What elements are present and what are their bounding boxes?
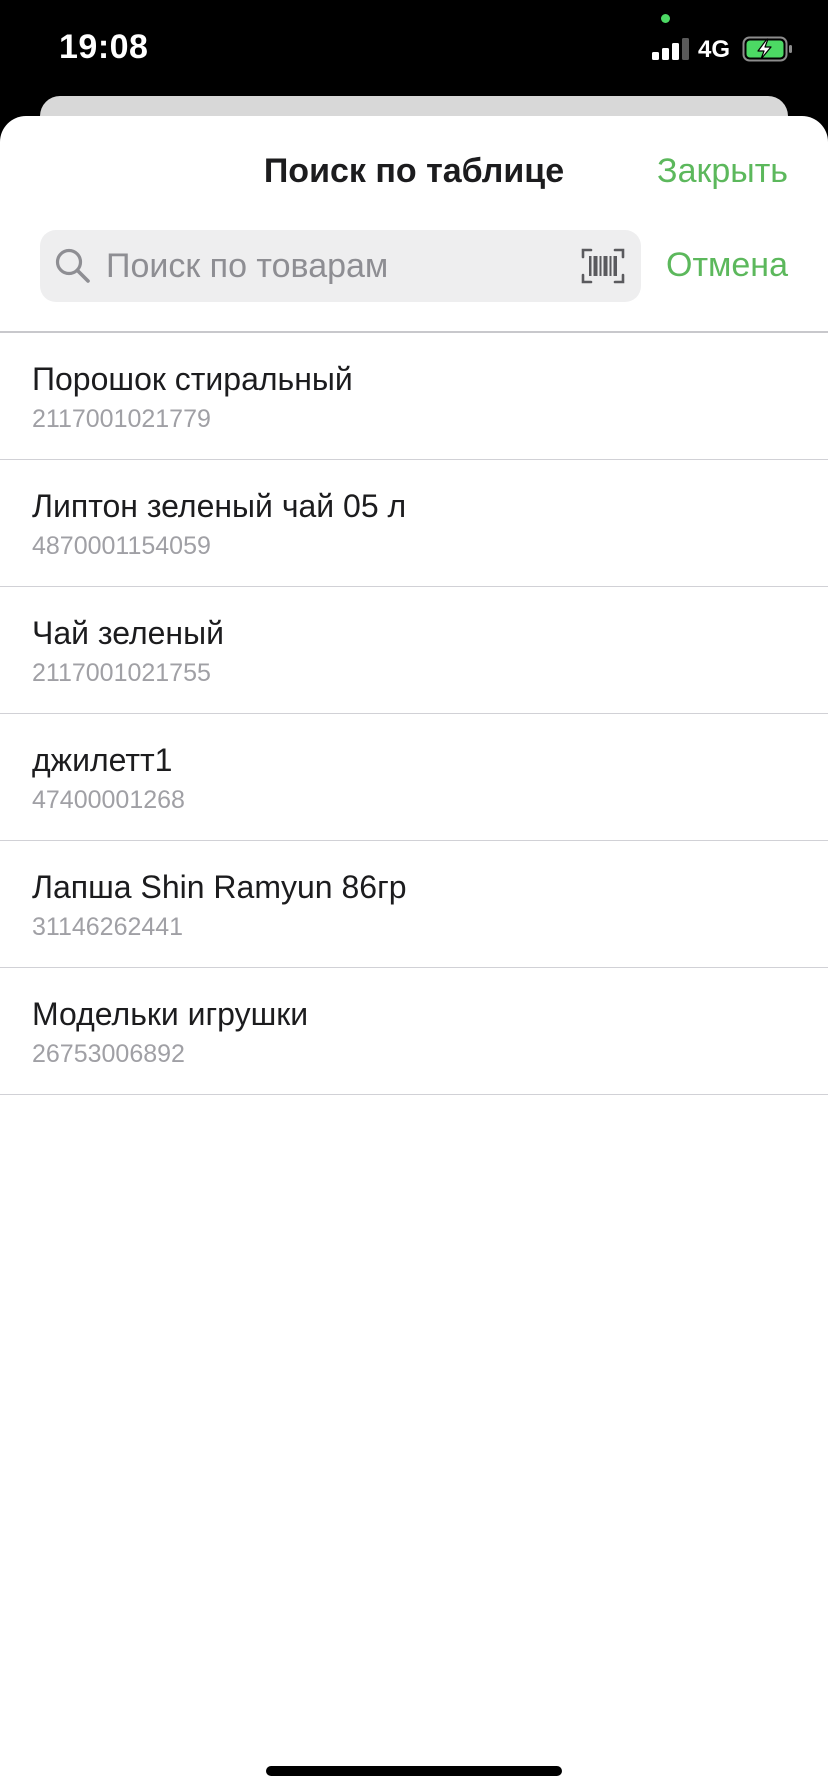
battery-charging-icon	[742, 36, 792, 62]
item-name: Модельки игрушки	[32, 996, 309, 1032]
app-screen: 19:08 4G Поиск по таблице Закрыть Поиск …	[0, 0, 828, 1792]
item-name: Порошок стиральный	[32, 361, 353, 397]
network-type-label: 4G	[698, 36, 731, 63]
cellular-signal-icon	[652, 38, 690, 60]
search-row: Отмена	[0, 230, 828, 304]
item-barcode: 2117001021755	[32, 659, 211, 687]
results-list: Порошок стиральный 2117001021779 Липтон …	[0, 333, 828, 1095]
item-barcode: 2117001021779	[32, 405, 211, 433]
search-box[interactable]	[40, 230, 641, 302]
item-barcode: 31146262441	[32, 913, 184, 941]
list-item[interactable]: Липтон зеленый чай 05 л 4870001154059	[0, 460, 828, 587]
home-indicator[interactable]	[266, 1766, 562, 1776]
barcode-scanner-icon[interactable]	[581, 247, 625, 285]
list-item[interactable]: Порошок стиральный 2117001021779	[0, 333, 828, 460]
status-time: 19:08	[59, 28, 149, 66]
list-item[interactable]: Лапша Shin Ramyun 86гр 31146262441	[0, 841, 828, 968]
search-sheet: Поиск по таблице Закрыть Поиск по товара…	[0, 116, 828, 1792]
item-name: Чай зеленый	[32, 615, 224, 651]
item-name: джилетт1	[32, 742, 173, 778]
list-item[interactable]: джилетт1 47400001268	[0, 714, 828, 841]
item-barcode: 26753006892	[32, 1040, 185, 1068]
item-name: Липтон зеленый чай 05 л	[32, 488, 407, 524]
sheet-header: Поиск по таблице Закрыть	[0, 116, 828, 216]
list-item[interactable]: Модельки игрушки 26753006892	[0, 968, 828, 1095]
cancel-button[interactable]: Отмена	[666, 246, 788, 285]
magnifying-glass-icon	[55, 248, 90, 283]
privacy-indicator-dot	[661, 14, 670, 23]
list-item[interactable]: Чай зеленый 2117001021755	[0, 587, 828, 714]
close-button[interactable]: Закрыть	[657, 152, 788, 191]
status-bar: 19:08 4G	[0, 0, 828, 96]
item-barcode: 47400001268	[32, 786, 185, 814]
item-barcode: 4870001154059	[32, 532, 211, 560]
item-name: Лапша Shin Ramyun 86гр	[32, 869, 407, 905]
search-input[interactable]	[100, 230, 556, 302]
